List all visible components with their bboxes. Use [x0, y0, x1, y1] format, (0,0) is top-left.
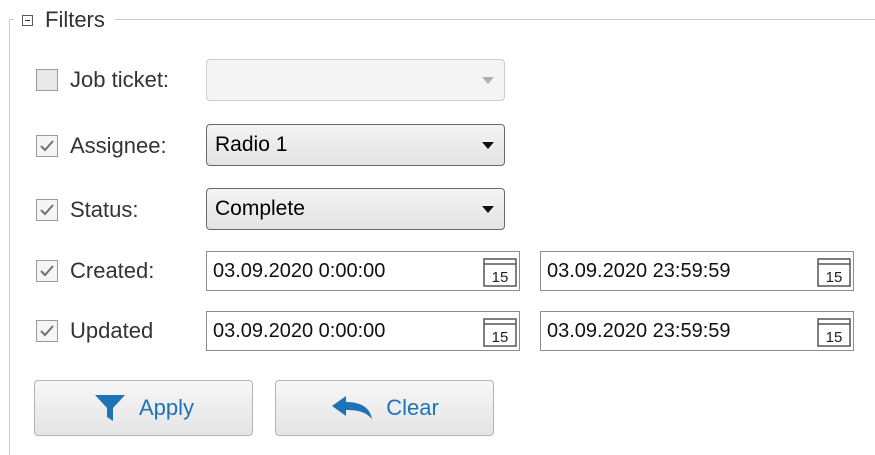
filters-title: Filters: [45, 7, 105, 32]
svg-text:15: 15: [826, 269, 843, 286]
calendar-icon[interactable]: 15: [817, 255, 851, 287]
updated-from-value: 03.09.2020 0:00:00: [213, 319, 386, 342]
groupbox-border-top: [9, 19, 875, 20]
created-label: Created:: [70, 258, 155, 283]
checkmark-icon: [40, 265, 54, 277]
apply-button[interactable]: Apply: [34, 380, 253, 436]
job-ticket-checkbox[interactable]: [36, 69, 58, 91]
assignee-dropdown[interactable]: Radio 1: [206, 124, 505, 166]
svg-text:15: 15: [492, 329, 509, 346]
checkmark-icon: [40, 204, 54, 216]
created-row: Created:: [36, 253, 154, 289]
apply-label: Apply: [138, 395, 195, 420]
chevron-down-icon: [482, 206, 494, 213]
collapse-icon[interactable]: [22, 14, 33, 26]
updated-row: Updated: [36, 313, 153, 349]
created-from-value: 03.09.2020 0:00:00: [213, 259, 386, 282]
assignee-checkbox[interactable]: [36, 135, 58, 157]
created-to-field[interactable]: 03.09.2020 23:59:59 15: [540, 251, 854, 291]
checkmark-icon: [40, 140, 54, 152]
status-checkbox[interactable]: [36, 199, 58, 221]
created-from-field[interactable]: 03.09.2020 0:00:00 15: [206, 251, 520, 291]
updated-from-field[interactable]: 03.09.2020 0:00:00 15: [206, 311, 520, 351]
job-ticket-row: Job ticket:: [36, 62, 169, 98]
filters-header[interactable]: Filters: [14, 4, 115, 36]
updated-to-field[interactable]: 03.09.2020 23:59:59 15: [540, 311, 854, 351]
svg-text:15: 15: [492, 269, 509, 286]
assignee-label: Assignee:: [70, 133, 167, 158]
calendar-icon[interactable]: 15: [483, 315, 517, 347]
funnel-icon: [93, 392, 127, 424]
job-ticket-dropdown: [206, 59, 505, 101]
svg-text:15: 15: [826, 329, 843, 346]
created-checkbox[interactable]: [36, 260, 58, 282]
clear-label: Clear: [386, 395, 439, 420]
calendar-icon[interactable]: 15: [483, 255, 517, 287]
chevron-down-icon: [482, 77, 494, 84]
created-to-value: 03.09.2020 23:59:59: [547, 259, 731, 282]
checkmark-icon: [40, 325, 54, 337]
undo-arrow-icon: [330, 393, 374, 423]
status-dropdown[interactable]: Complete: [206, 188, 505, 230]
status-value: Complete: [215, 197, 305, 220]
updated-checkbox[interactable]: [36, 320, 58, 342]
chevron-down-icon: [482, 142, 494, 149]
clear-button[interactable]: Clear: [275, 380, 494, 436]
status-row: Status:: [36, 192, 138, 228]
updated-to-value: 03.09.2020 23:59:59: [547, 319, 731, 342]
status-label: Status:: [70, 197, 139, 222]
updated-label: Updated: [70, 318, 154, 343]
groupbox-border-left: [9, 19, 10, 455]
job-ticket-label: Job ticket:: [70, 67, 170, 92]
calendar-icon[interactable]: 15: [817, 315, 851, 347]
assignee-row: Assignee:: [36, 128, 167, 164]
assignee-value: Radio 1: [215, 133, 288, 156]
